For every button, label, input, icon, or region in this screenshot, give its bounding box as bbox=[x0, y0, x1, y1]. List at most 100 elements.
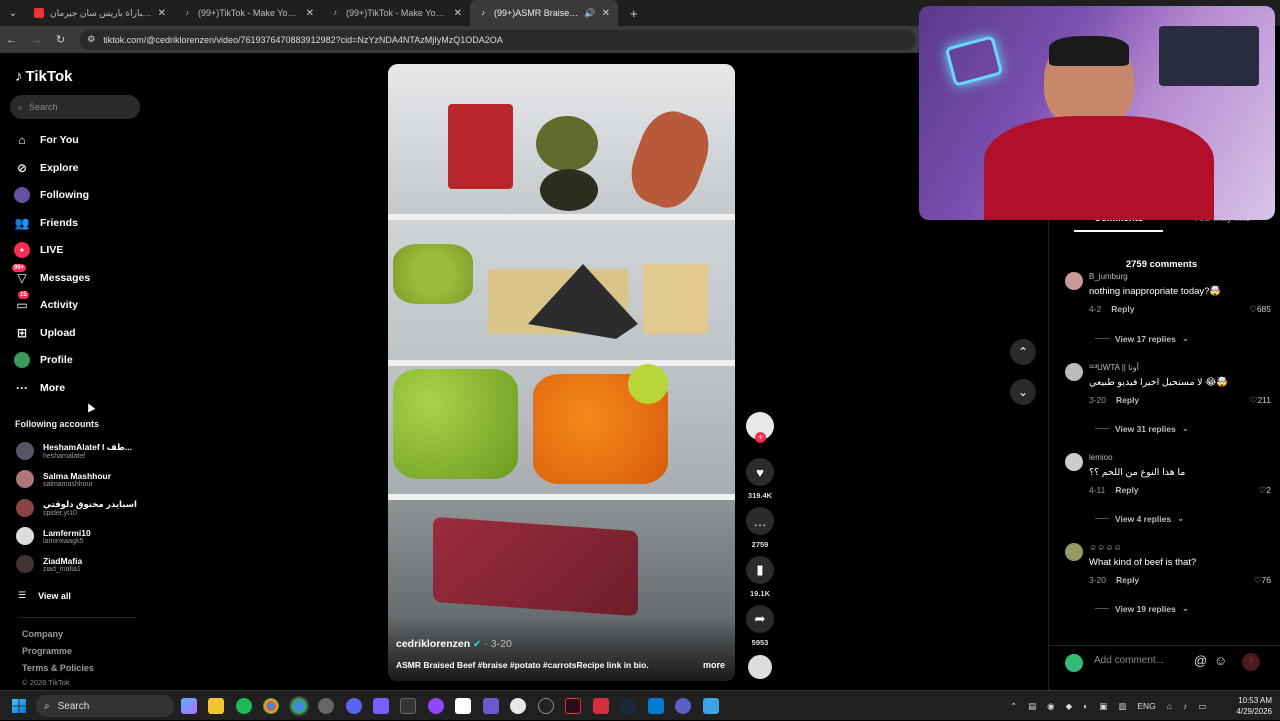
comment-input[interactable]: Add comment... bbox=[1094, 655, 1164, 666]
heart-icon[interactable]: ♥ bbox=[746, 458, 774, 486]
close-icon[interactable]: ✕ bbox=[306, 8, 314, 19]
taskbar-search[interactable]: ⌕ Search bbox=[36, 695, 174, 717]
reply-button[interactable]: Reply bbox=[1115, 485, 1138, 495]
clock[interactable]: 10:53 AM 4/29/2026 bbox=[1230, 695, 1272, 717]
copilot-icon[interactable] bbox=[181, 698, 197, 714]
comment-action[interactable]: … 2759 bbox=[745, 507, 775, 549]
teams-icon[interactable] bbox=[675, 698, 691, 714]
terminal-icon[interactable] bbox=[400, 698, 416, 714]
nav-following[interactable]: Following bbox=[14, 187, 89, 203]
twitch-icon[interactable] bbox=[428, 698, 444, 714]
avatar[interactable] bbox=[1065, 272, 1083, 290]
caption-more-button[interactable]: more bbox=[703, 660, 725, 670]
video-player[interactable] bbox=[388, 64, 735, 681]
browser-tab[interactable]: ♪ (99+)TikTok - Make Your Day ✕ bbox=[322, 0, 470, 26]
github-icon[interactable] bbox=[318, 698, 334, 714]
footer-link-company[interactable]: Company bbox=[22, 629, 63, 639]
comment-icon[interactable]: … bbox=[746, 507, 774, 535]
nav-activity[interactable]: ▭ 15 Activity bbox=[14, 291, 78, 313]
nav-more[interactable]: ··· More bbox=[14, 380, 65, 396]
tab-search-icon[interactable]: ⌄ bbox=[0, 8, 26, 19]
nav-upload[interactable]: ⊞ Upload bbox=[14, 325, 76, 341]
avatar[interactable] bbox=[1065, 543, 1083, 561]
browser-tab[interactable]: ♪ (99+)TikTok - Make Your Day ✕ bbox=[174, 0, 322, 26]
steam-icon[interactable] bbox=[620, 698, 636, 714]
view-replies-button[interactable]: View 17 replies ⌄ bbox=[1095, 333, 1189, 344]
next-video-button[interactable]: ⌄ bbox=[1010, 379, 1036, 405]
close-icon[interactable]: ✕ bbox=[158, 8, 166, 19]
tiktok-logo[interactable]: ♪ TikTok bbox=[15, 68, 72, 85]
nav-live[interactable]: ● LIVE bbox=[14, 242, 63, 258]
steam-tray-icon[interactable]: ◉ bbox=[1047, 701, 1054, 712]
chrome-active-icon[interactable] bbox=[291, 698, 307, 714]
reply-button[interactable]: Reply bbox=[1116, 395, 1139, 405]
chevron-up-icon[interactable]: ⌃ bbox=[1010, 701, 1017, 712]
reply-button[interactable]: Reply bbox=[1111, 304, 1134, 314]
nav-explore[interactable]: ⊘ Explore bbox=[14, 160, 79, 176]
following-account[interactable]: اسبايدر مخنوق دلوقتي spider.yt10 bbox=[16, 499, 146, 517]
close-icon[interactable]: ✕ bbox=[454, 8, 462, 19]
footer-link-terms[interactable]: Terms & Policies bbox=[22, 663, 94, 673]
4k-app-icon[interactable] bbox=[538, 698, 554, 714]
following-account[interactable]: HeshamAlatef l طف... heshamalatef bbox=[16, 442, 146, 460]
comment-like[interactable]: ♡211 bbox=[1235, 395, 1271, 406]
vscode-icon[interactable] bbox=[648, 698, 664, 714]
telegram-icon[interactable] bbox=[703, 698, 719, 714]
emoji-icon[interactable]: ☺ bbox=[1214, 653, 1227, 668]
view-replies-button[interactable]: View 31 replies ⌄ bbox=[1095, 423, 1189, 434]
avatar[interactable] bbox=[1065, 363, 1083, 381]
browser-tab-active[interactable]: ♪ (99+)ASMR Braised Beef Re 🔊 ✕ bbox=[470, 0, 618, 26]
network-icon[interactable]: ⌂ bbox=[1167, 701, 1172, 711]
file-explorer-icon[interactable] bbox=[208, 698, 224, 714]
site-info-icon[interactable]: ⚙ bbox=[87, 34, 95, 45]
url-field[interactable]: ⚙ tiktok.com/@cedriklorenzen/video/76193… bbox=[79, 29, 916, 50]
store-icon[interactable] bbox=[455, 698, 471, 714]
view-replies-button[interactable]: View 19 replies ⌄ bbox=[1095, 603, 1189, 614]
game-icon[interactable] bbox=[483, 698, 499, 714]
comment-like[interactable]: ♡2 bbox=[1235, 485, 1271, 496]
comment-user[interactable]: ☺☺☺☺ bbox=[1089, 543, 1122, 552]
battery-icon[interactable]: ▭ bbox=[1198, 701, 1206, 712]
comment-user[interactable]: lemioo bbox=[1089, 453, 1113, 462]
bookmark-icon[interactable]: ▮ bbox=[746, 556, 774, 584]
acrobat-icon[interactable] bbox=[593, 698, 609, 714]
discord-tray-icon[interactable]: ◐ bbox=[1083, 701, 1088, 711]
reply-button[interactable]: Reply bbox=[1116, 575, 1139, 585]
nav-messages[interactable]: ▽ 99+ Messages bbox=[12, 264, 90, 286]
browser-tab[interactable]: ملخص مباراة باريس سان جيرمان ✕ bbox=[26, 0, 174, 26]
avatar[interactable] bbox=[1065, 453, 1083, 471]
back-icon[interactable]: ← bbox=[6, 34, 17, 46]
following-account[interactable]: Salma Mashhour salmamashhour bbox=[16, 470, 146, 488]
share-icon[interactable]: ➦ bbox=[746, 605, 774, 633]
chrome-icon[interactable] bbox=[263, 698, 279, 714]
tray-app-icon[interactable]: ▤ bbox=[1028, 701, 1036, 712]
mention-icon[interactable]: @ bbox=[1194, 653, 1207, 668]
comment-user[interactable]: B_jumburg bbox=[1089, 272, 1128, 281]
language-indicator[interactable]: ENG bbox=[1137, 701, 1155, 711]
nav-friends[interactable]: 👥 Friends bbox=[14, 215, 78, 231]
comment-user[interactable]: ³¹³UWTA || أوتا bbox=[1089, 363, 1139, 372]
close-icon[interactable]: ✕ bbox=[602, 8, 610, 19]
notion-icon[interactable] bbox=[510, 698, 526, 714]
windows-start-icon[interactable] bbox=[12, 699, 26, 713]
spotify-icon[interactable] bbox=[236, 698, 252, 714]
following-account[interactable]: Lamfermi10 laminxwagk5 bbox=[16, 527, 146, 545]
creator-avatar-button[interactable]: + bbox=[745, 412, 775, 443]
save-action[interactable]: ▮ 19.1K bbox=[745, 556, 775, 598]
apps-grid-icon[interactable] bbox=[373, 698, 389, 714]
like-action[interactable]: ♥ 319.4K bbox=[745, 458, 775, 500]
new-tab-button[interactable]: + bbox=[618, 6, 638, 21]
nav-for-you[interactable]: ⌂ For You bbox=[14, 132, 78, 148]
capcut-icon[interactable] bbox=[565, 698, 581, 714]
share-action[interactable]: ➦ 5953 bbox=[745, 605, 775, 647]
search-input[interactable]: ⌕ Search bbox=[10, 95, 140, 119]
reload-icon[interactable]: ↻ bbox=[56, 33, 65, 46]
view-all-button[interactable]: ☰ View all bbox=[18, 590, 71, 601]
tray-app-icon[interactable]: ◆ bbox=[1066, 701, 1073, 712]
tray-app-icon[interactable]: ▣ bbox=[1099, 701, 1107, 712]
sound-avatar[interactable] bbox=[745, 655, 775, 679]
send-icon[interactable]: ↑ bbox=[1242, 653, 1260, 671]
follow-plus-icon[interactable]: + bbox=[755, 432, 766, 443]
view-replies-button[interactable]: View 4 replies ⌄ bbox=[1095, 513, 1184, 524]
nav-profile[interactable]: Profile bbox=[14, 352, 73, 368]
